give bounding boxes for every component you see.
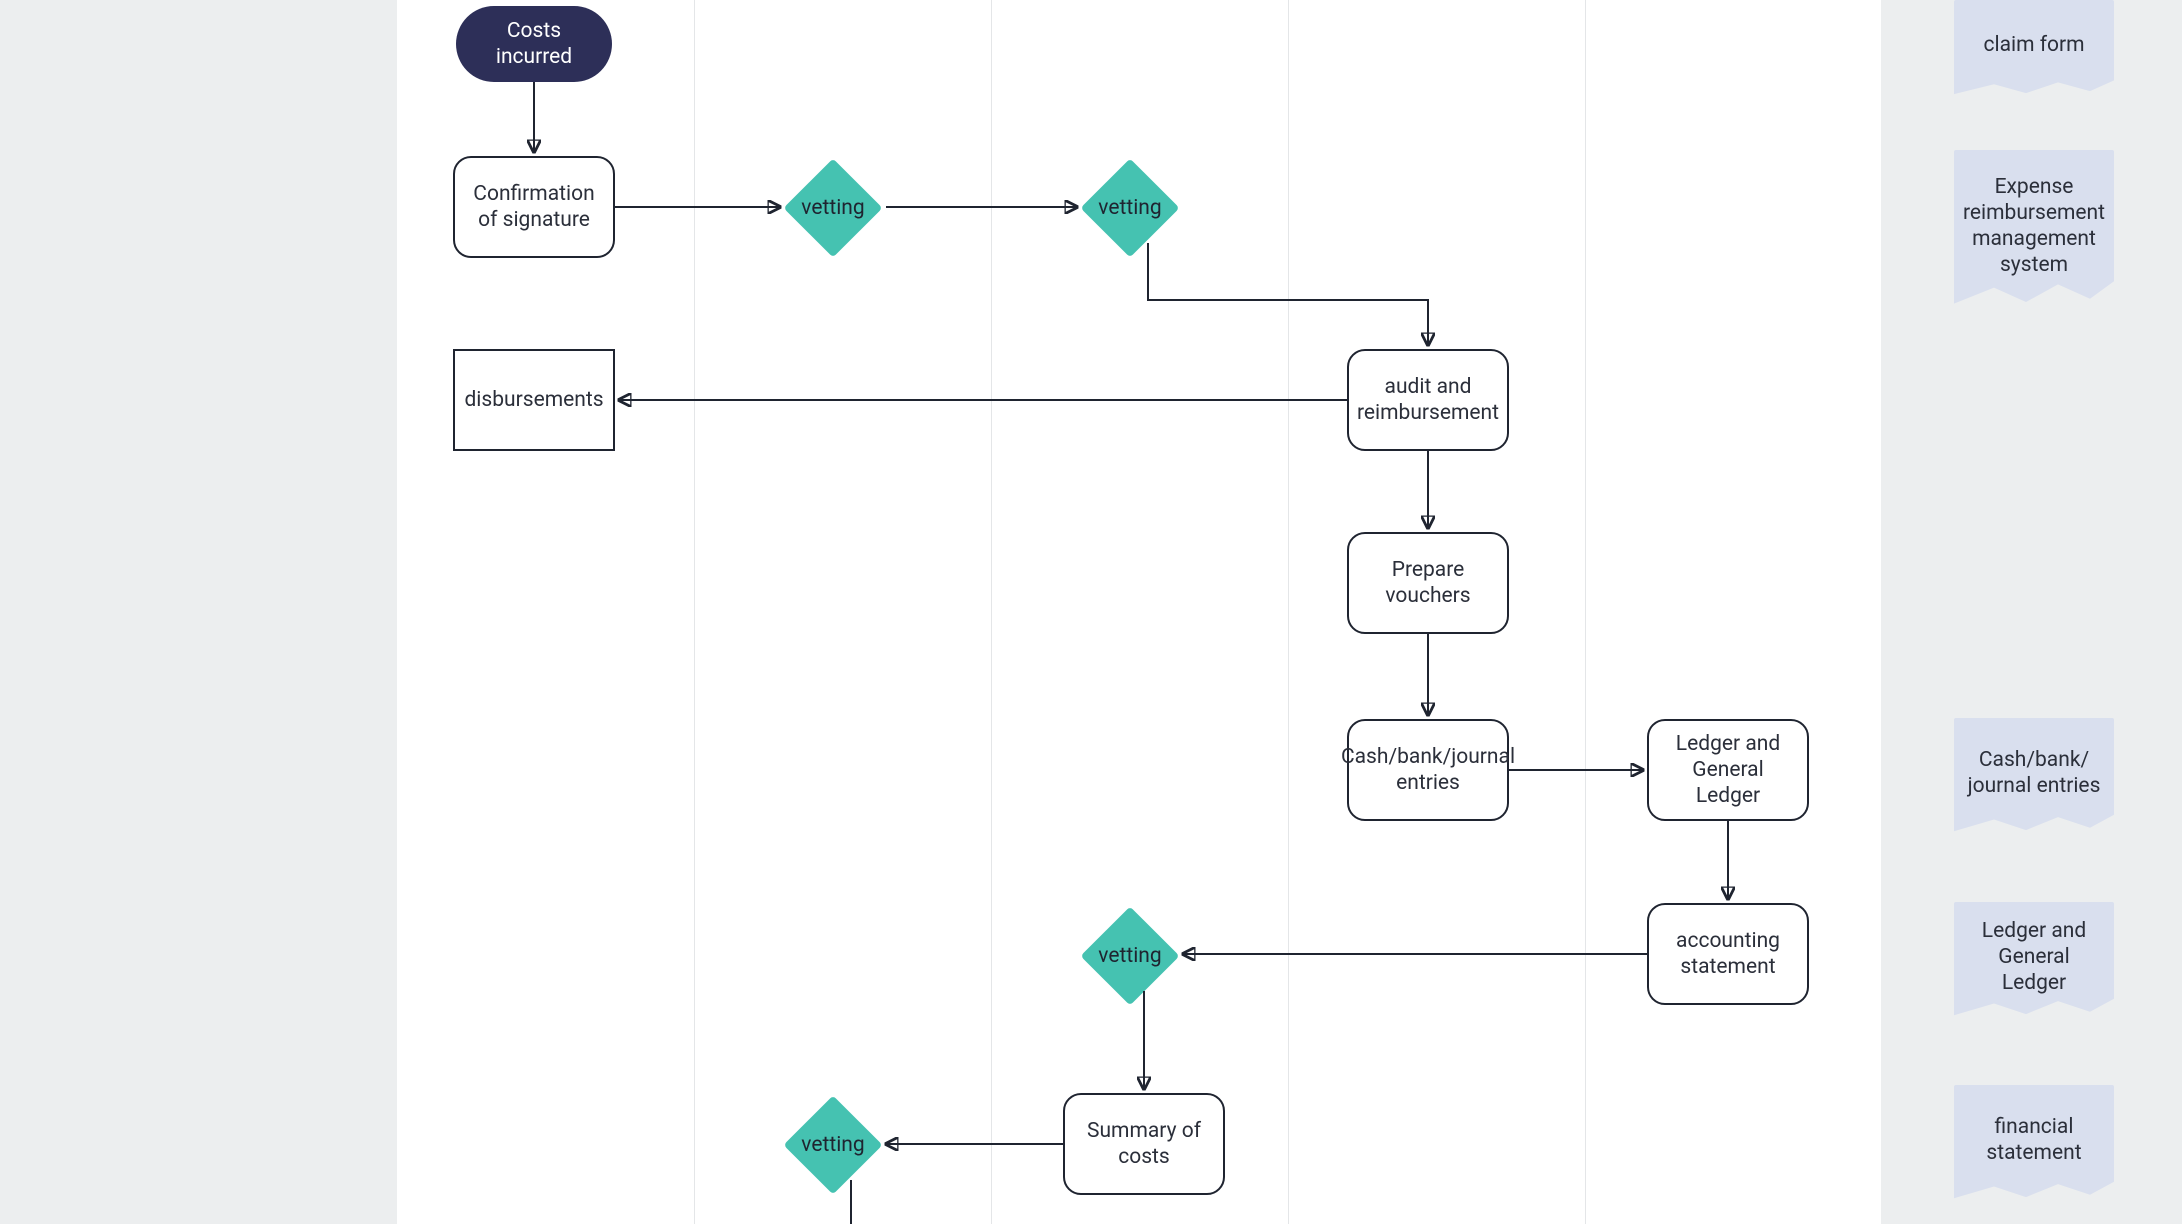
node-vetting-1[interactable]: vetting [798, 173, 868, 243]
doc-label: claim form [1983, 32, 2084, 58]
node-label: vetting [1095, 921, 1165, 991]
node-vetting-3[interactable]: vetting [1095, 921, 1165, 991]
node-label: Cash/bank/journal entries [1341, 744, 1515, 797]
node-label: vetting [798, 1110, 868, 1180]
doc-claim-form[interactable]: claim form [1954, 0, 2114, 98]
doc-cash-bank-journal[interactable]: Cash/bank/ journal entries [1954, 718, 2114, 836]
node-accounting-statement[interactable]: accounting statement [1647, 903, 1809, 1005]
node-label: Confirmation of signature [469, 181, 599, 234]
node-vetting-2[interactable]: vetting [1095, 173, 1165, 243]
node-label: vetting [1095, 173, 1165, 243]
node-vetting-4[interactable]: vetting [798, 1110, 868, 1180]
doc-financial-statement[interactable]: financial statement [1954, 1085, 2114, 1203]
node-label: Costs incurred [470, 18, 598, 71]
doc-label: financial statement [1964, 1114, 2104, 1167]
doc-ledger-gl[interactable]: Ledger and General Ledger [1954, 902, 2114, 1020]
node-label: Summary of costs [1079, 1118, 1209, 1171]
doc-label: Ledger and General Ledger [1964, 918, 2104, 997]
node-audit-reimbursement[interactable]: audit and reimbursement [1347, 349, 1509, 451]
node-disbursements[interactable]: disbursements [453, 349, 615, 451]
node-confirmation-signature[interactable]: Confirmation of signature [453, 156, 615, 258]
node-cash-bank-journal[interactable]: Cash/bank/journal entries [1347, 719, 1509, 821]
doc-label: Expense reimbursement management system [1963, 174, 2105, 279]
node-costs-incurred[interactable]: Costs incurred [456, 6, 612, 82]
node-ledger-gl[interactable]: Ledger and General Ledger [1647, 719, 1809, 821]
doc-erms[interactable]: Expense reimbursement management system [1954, 150, 2114, 310]
doc-label: Cash/bank/ journal entries [1964, 747, 2104, 800]
node-label: audit and reimbursement [1357, 374, 1499, 427]
node-label: Prepare vouchers [1363, 557, 1493, 610]
node-label: vetting [798, 173, 868, 243]
node-summary-of-costs[interactable]: Summary of costs [1063, 1093, 1225, 1195]
node-label: disbursements [464, 387, 603, 413]
node-label: accounting statement [1663, 928, 1793, 981]
node-prepare-vouchers[interactable]: Prepare vouchers [1347, 532, 1509, 634]
node-label: Ledger and General Ledger [1663, 731, 1793, 810]
